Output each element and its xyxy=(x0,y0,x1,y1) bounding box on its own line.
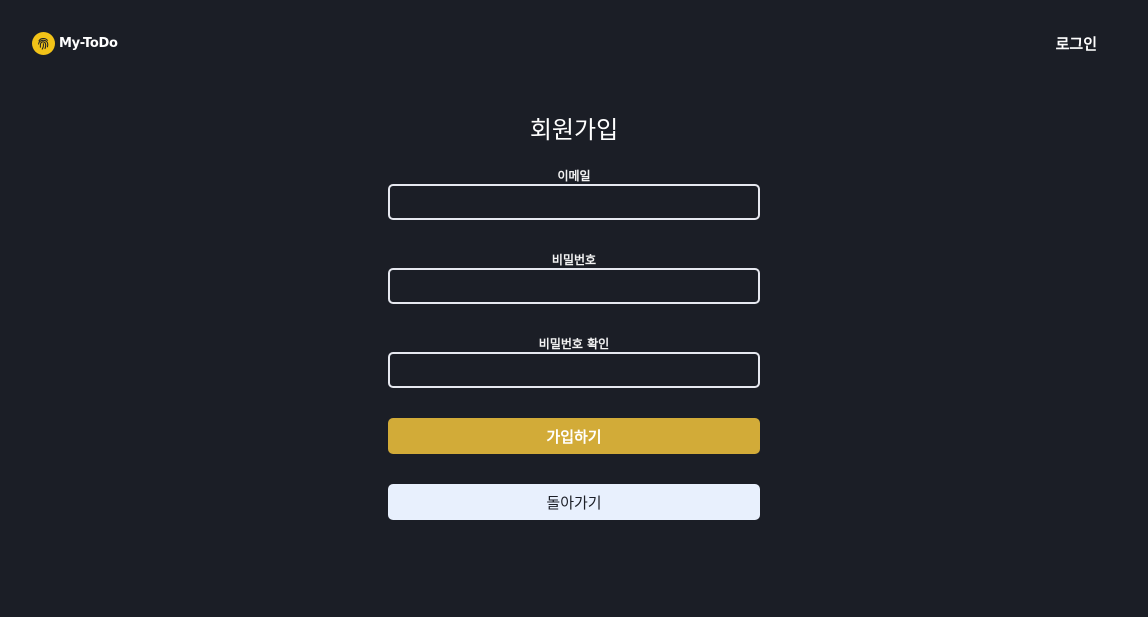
brand-name: My-ToDo xyxy=(59,36,118,51)
password-confirm-label: 비밀번호 확인 xyxy=(538,337,610,351)
page-title: 회원가입 xyxy=(529,116,619,144)
back-button[interactable]: 돌아가기 xyxy=(388,484,760,520)
password-label: 비밀번호 xyxy=(551,253,597,267)
email-input[interactable] xyxy=(388,184,760,220)
fingerprint-icon xyxy=(32,32,55,55)
signup-button[interactable]: 가입하기 xyxy=(388,418,760,454)
password-confirm-input[interactable] xyxy=(388,352,760,388)
password-input[interactable] xyxy=(388,268,760,304)
email-label: 이메일 xyxy=(557,169,591,183)
brand-link[interactable]: My-ToDo xyxy=(32,32,118,55)
header: My-ToDo 로그인 xyxy=(0,0,1148,88)
login-link[interactable]: 로그인 xyxy=(1056,33,1097,54)
